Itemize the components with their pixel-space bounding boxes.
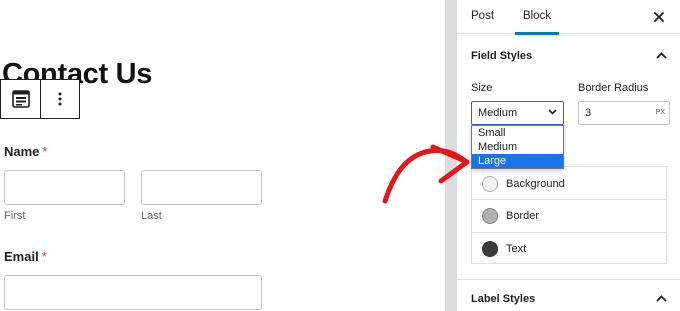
more-options-button[interactable] — [41, 80, 79, 118]
color-swatch — [482, 241, 498, 257]
required-marker: * — [42, 144, 48, 159]
name-field-label: Name * — [4, 144, 47, 159]
size-option-medium[interactable]: Medium — [472, 140, 563, 154]
first-name-input[interactable] — [4, 170, 125, 205]
first-name-sublabel: First — [4, 210, 26, 222]
size-label: Size — [471, 82, 493, 94]
email-label-text: Email — [4, 249, 39, 264]
size-option-small[interactable]: Small — [472, 126, 563, 140]
border-radius-label: Border Radius — [578, 82, 649, 94]
form-block-button[interactable] — [1, 80, 41, 118]
settings-sidebar: Post Block Field Styles Size Border Radi… — [457, 0, 680, 311]
chevron-up-icon — [655, 294, 667, 302]
field-styles-panel-title[interactable]: Field Styles — [471, 50, 532, 62]
vertical-ellipsis-icon — [58, 92, 62, 106]
panel-divider — [457, 279, 680, 280]
sidebar-tabs: Post Block — [457, 0, 680, 35]
border-radius-unit[interactable]: PX — [656, 102, 665, 124]
email-input[interactable] — [4, 275, 262, 310]
size-select[interactable]: Medium — [471, 101, 564, 125]
border-radius-value: 3 — [585, 107, 592, 119]
close-icon — [654, 12, 664, 22]
name-label-text: Name — [4, 144, 40, 159]
block-toolbar — [0, 79, 80, 119]
email-field-label: Email * — [4, 249, 47, 264]
color-row-border[interactable]: Border — [472, 199, 666, 232]
color-swatch — [482, 175, 498, 192]
color-label: Background — [506, 177, 565, 190]
close-sidebar-button[interactable] — [650, 8, 668, 26]
form-block-icon — [11, 90, 30, 108]
color-swatch — [482, 208, 498, 224]
last-name-input[interactable] — [141, 170, 262, 205]
tab-block[interactable]: Block — [515, 0, 559, 35]
size-option-large[interactable]: Large — [472, 154, 563, 168]
chevron-down-icon — [548, 109, 557, 115]
size-dropdown-list: Small Medium Large — [471, 125, 564, 169]
required-marker: * — [41, 249, 47, 264]
collapse-label-styles-button[interactable] — [654, 291, 668, 305]
tab-post[interactable]: Post — [471, 0, 494, 34]
color-row-background[interactable]: Background — [472, 167, 666, 200]
color-label: Border — [506, 210, 540, 222]
color-settings-list: Background Border Text — [471, 166, 667, 264]
color-label: Text — [506, 243, 527, 255]
size-select-value: Medium — [478, 107, 518, 119]
collapse-field-styles-button[interactable] — [654, 48, 668, 62]
last-name-sublabel: Last — [141, 210, 162, 222]
label-styles-panel-title[interactable]: Label Styles — [471, 293, 535, 305]
chevron-up-icon — [655, 51, 667, 59]
annotation-arrow-icon — [382, 144, 470, 204]
border-radius-input[interactable]: 3 PX — [578, 101, 670, 125]
color-row-text[interactable]: Text — [472, 232, 666, 265]
